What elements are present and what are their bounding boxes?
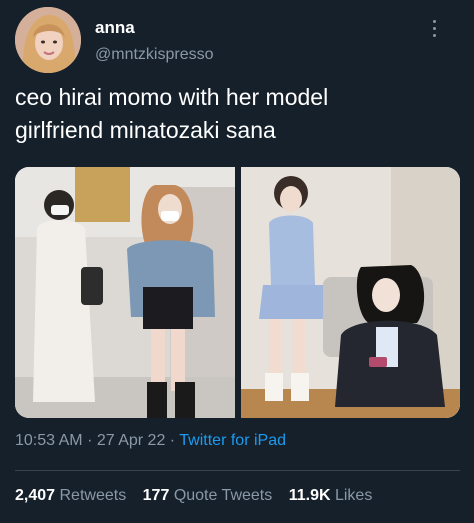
photo-posing-image	[241, 167, 460, 418]
tweet-meta: 10:53 AM · 27 Apr 22 · Twitter for iPad	[15, 432, 286, 450]
quote-tweets-stat[interactable]: 177 Quote Tweets	[143, 487, 273, 505]
retweets-count: 2,407	[15, 487, 56, 504]
tweet-date[interactable]: 27 Apr 22	[97, 432, 166, 449]
tweet-text: ceo hirai momo with her model girlfriend…	[15, 81, 465, 147]
photo-airport-image	[15, 167, 235, 418]
display-name[interactable]: anna	[95, 18, 135, 38]
photo-airport[interactable]	[15, 167, 235, 418]
tweet-media	[15, 167, 460, 418]
likes-stat[interactable]: 11.9K Likes	[289, 487, 373, 505]
photo-posing[interactable]	[241, 167, 460, 418]
divider	[15, 470, 460, 471]
tweet-text-line: ceo hirai momo with her model	[15, 84, 329, 110]
retweets-stat[interactable]: 2,407 Retweets	[15, 487, 126, 505]
meta-separator: ·	[169, 432, 176, 449]
quote-tweets-label: Quote Tweets	[173, 487, 273, 504]
avatar[interactable]	[15, 7, 81, 73]
more-options-icon[interactable]	[427, 16, 441, 42]
likes-label: Likes	[334, 487, 373, 504]
meta-separator: ·	[87, 432, 93, 449]
tweet-stats: 2,407 Retweets 177 Quote Tweets 11.9K Li…	[15, 487, 384, 505]
likes-count: 11.9K	[288, 487, 331, 504]
quote-tweets-count: 177	[142, 487, 170, 504]
tweet-source-link[interactable]: Twitter for iPad	[179, 432, 286, 449]
retweets-label: Retweets	[59, 487, 127, 504]
avatar-image	[15, 7, 81, 73]
tweet-time[interactable]: 10:53 AM	[15, 432, 83, 449]
user-handle[interactable]: @mntzkispresso	[95, 46, 214, 64]
tweet-text-line: girlfriend minatozaki sana	[15, 117, 276, 143]
